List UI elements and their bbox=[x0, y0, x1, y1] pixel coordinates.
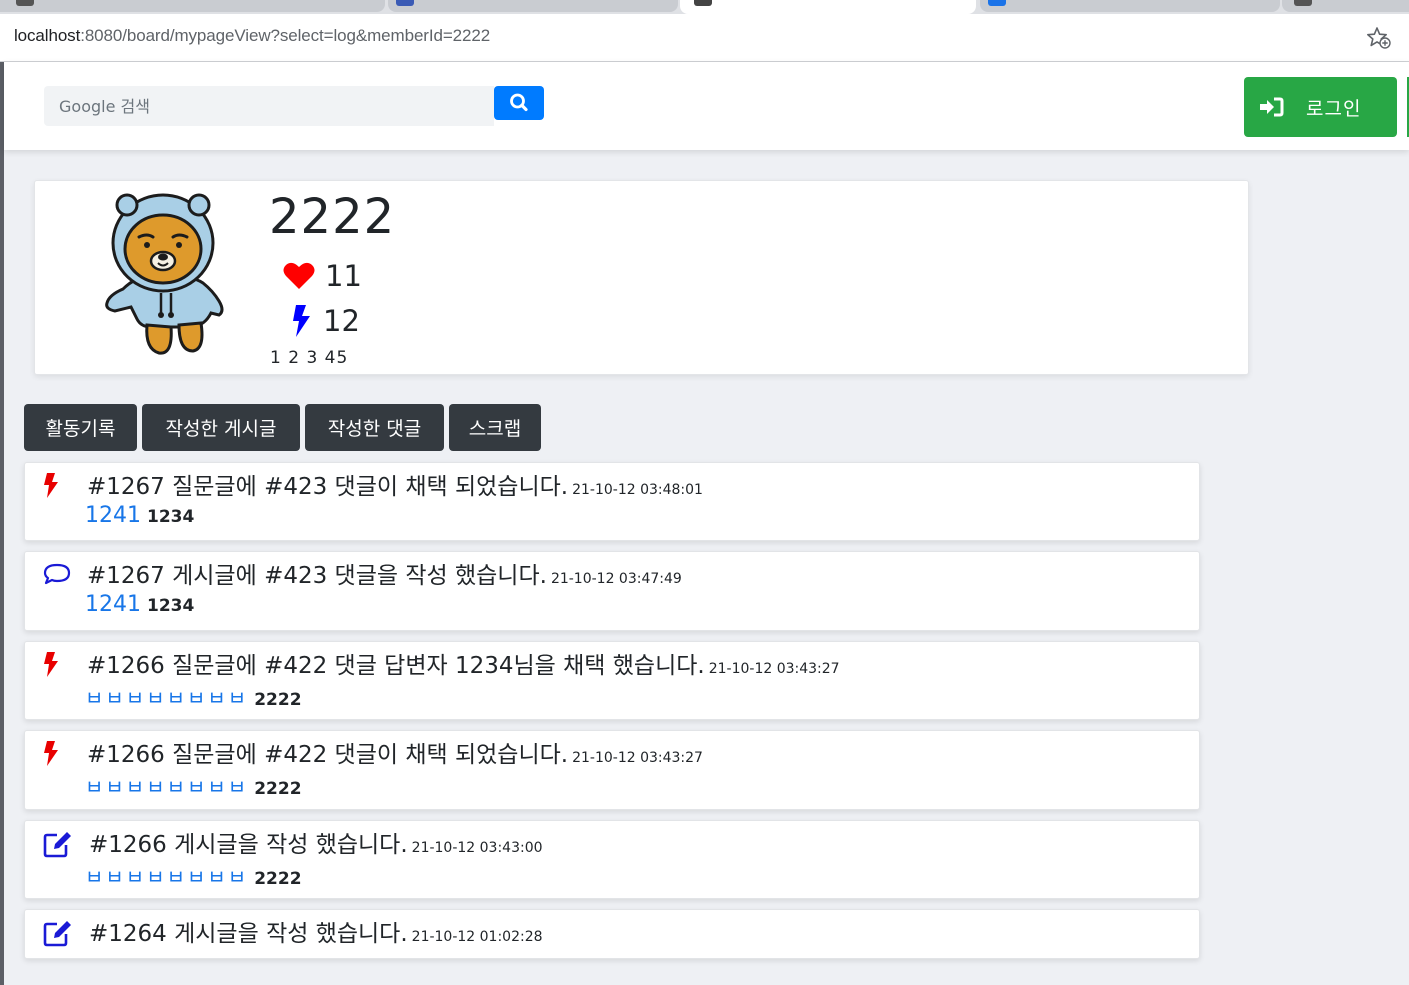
log-text: #1266 게시글을 작성 했습니다. bbox=[89, 832, 408, 858]
log-text: #1266 질문글에 #422 댓글이 채택 되었습니다. bbox=[87, 742, 569, 768]
log-item[interactable]: #1267 게시글에 #423 댓글을 작성 했습니다. 21-10-12 03:… bbox=[24, 551, 1200, 631]
window-left-edge bbox=[0, 62, 4, 985]
search-button[interactable] bbox=[494, 86, 544, 120]
search-icon bbox=[510, 93, 528, 112]
log-message: #1267 질문글에 #423 댓글이 채택 되었습니다. 21-10-12 03… bbox=[87, 467, 703, 501]
browser-tab-active[interactable] bbox=[680, 0, 976, 14]
log-time: 21-10-12 03:48:01 bbox=[572, 482, 703, 498]
log-text: #1267 질문글에 #423 댓글이 채택 되었습니다. bbox=[87, 474, 569, 500]
member-id: 2222 bbox=[269, 189, 396, 245]
bolt-icon bbox=[291, 304, 313, 338]
tab-my-comments[interactable]: 작성한 댓글 bbox=[305, 404, 444, 451]
edit-icon bbox=[43, 830, 73, 858]
browser-tab-strip bbox=[0, 0, 1409, 14]
bolt-icon bbox=[43, 472, 73, 500]
post-author: 2222 bbox=[254, 779, 302, 799]
search-input[interactable] bbox=[44, 86, 494, 126]
log-text: #1266 질문글에 #422 댓글 답변자 1234님을 채택 했습니다. bbox=[87, 653, 705, 679]
log-message: #1266 질문글에 #422 댓글 답변자 1234님을 채택 했습니다. 21… bbox=[87, 646, 840, 680]
log-message: #1266 게시글을 작성 했습니다. 21-10-12 03:43:00 bbox=[89, 825, 543, 859]
browser-tab[interactable] bbox=[1282, 0, 1409, 12]
post-title-link[interactable]: ㅂㅂㅂㅂㅂㅂㅂㅂ bbox=[85, 865, 248, 889]
url-path: :8080/board/mypageView?select=log&member… bbox=[80, 26, 491, 45]
log-post-ref: ㅂㅂㅂㅂㅂㅂㅂㅂ 2222 bbox=[85, 682, 302, 711]
sign-in-icon bbox=[1260, 97, 1284, 122]
log-message: #1264 게시글을 작성 했습니다. 21-10-12 01:02:28 bbox=[89, 914, 543, 948]
log-text: #1267 게시글에 #423 댓글을 작성 했습니다. bbox=[87, 563, 547, 589]
post-title-link[interactable]: ㅂㅂㅂㅂㅂㅂㅂㅂ bbox=[85, 686, 248, 710]
post-author: 2222 bbox=[254, 690, 302, 710]
post-author: 1234 bbox=[147, 507, 195, 527]
log-message: #1266 질문글에 #422 댓글이 채택 되었습니다. 21-10-12 03… bbox=[87, 735, 703, 769]
log-item[interactable]: #1264 게시글을 작성 했습니다. 21-10-12 01:02:28 bbox=[24, 909, 1200, 959]
profile-card: 2222 11 12 1 2 3 45 bbox=[34, 180, 1249, 375]
log-time: 21-10-12 03:47:49 bbox=[550, 571, 682, 587]
browser-tab[interactable] bbox=[0, 0, 385, 12]
bolt-icon bbox=[43, 651, 73, 679]
tab-activity-log[interactable]: 활동기록 bbox=[24, 404, 137, 451]
likes-stat: 11 bbox=[283, 259, 362, 293]
bolts-stat: 12 bbox=[291, 304, 360, 338]
post-title-link[interactable]: 1241 bbox=[85, 503, 141, 528]
log-text: #1264 게시글을 작성 했습니다. bbox=[89, 921, 408, 947]
tab-scrap[interactable]: 스크랩 bbox=[449, 404, 541, 451]
likes-count: 11 bbox=[325, 259, 362, 293]
bookmark-star-icon[interactable] bbox=[1366, 26, 1392, 50]
log-post-ref: 1241 1234 bbox=[85, 592, 194, 617]
post-author: 2222 bbox=[254, 869, 302, 889]
login-button[interactable]: 로그인 bbox=[1244, 77, 1397, 137]
heart-icon bbox=[283, 262, 315, 290]
log-item[interactable]: #1267 질문글에 #423 댓글이 채택 되었습니다. 21-10-12 03… bbox=[24, 462, 1200, 541]
log-time: 21-10-12 01:02:28 bbox=[411, 929, 543, 945]
comment-icon bbox=[43, 561, 73, 589]
browser-tab[interactable] bbox=[388, 0, 678, 12]
log-post-ref: 1241 1234 bbox=[85, 503, 194, 528]
log-item[interactable]: #1266 질문글에 #422 댓글이 채택 되었습니다. 21-10-12 03… bbox=[24, 730, 1200, 810]
bolts-count: 12 bbox=[323, 304, 360, 338]
url-text[interactable]: localhost:8080/board/mypageView?select=l… bbox=[14, 26, 490, 46]
log-time: 21-10-12 03:43:27 bbox=[572, 750, 703, 766]
log-post-ref: ㅂㅂㅂㅂㅂㅂㅂㅂ 2222 bbox=[85, 861, 302, 890]
post-author: 1234 bbox=[147, 596, 195, 616]
edit-icon bbox=[43, 919, 73, 947]
page-numbers[interactable]: 1 2 3 45 bbox=[270, 348, 348, 368]
login-label: 로그인 bbox=[1306, 98, 1362, 120]
post-title-link[interactable]: 1241 bbox=[85, 592, 141, 617]
log-time: 21-10-12 03:43:27 bbox=[708, 661, 840, 677]
tab-my-posts[interactable]: 작성한 게시글 bbox=[142, 404, 300, 451]
address-bar[interactable]: localhost:8080/board/mypageView?select=l… bbox=[0, 14, 1409, 62]
log-time: 21-10-12 03:43:00 bbox=[411, 840, 543, 856]
browser-tab[interactable] bbox=[980, 0, 1280, 12]
top-navbar: 로그인 bbox=[4, 62, 1409, 150]
log-post-ref: ㅂㅂㅂㅂㅂㅂㅂㅂ 2222 bbox=[85, 771, 302, 800]
log-item[interactable]: #1266 질문글에 #422 댓글 답변자 1234님을 채택 했습니다. 21… bbox=[24, 641, 1200, 720]
avatar bbox=[101, 191, 225, 361]
post-title-link[interactable]: ㅂㅂㅂㅂㅂㅂㅂㅂ bbox=[85, 775, 248, 799]
url-host: localhost bbox=[14, 26, 81, 45]
bolt-icon bbox=[43, 740, 73, 768]
log-message: #1267 게시글에 #423 댓글을 작성 했습니다. 21-10-12 03:… bbox=[87, 556, 682, 590]
log-item[interactable]: #1266 게시글을 작성 했습니다. 21-10-12 03:43:00 ㅂㅂㅂ… bbox=[24, 820, 1200, 899]
